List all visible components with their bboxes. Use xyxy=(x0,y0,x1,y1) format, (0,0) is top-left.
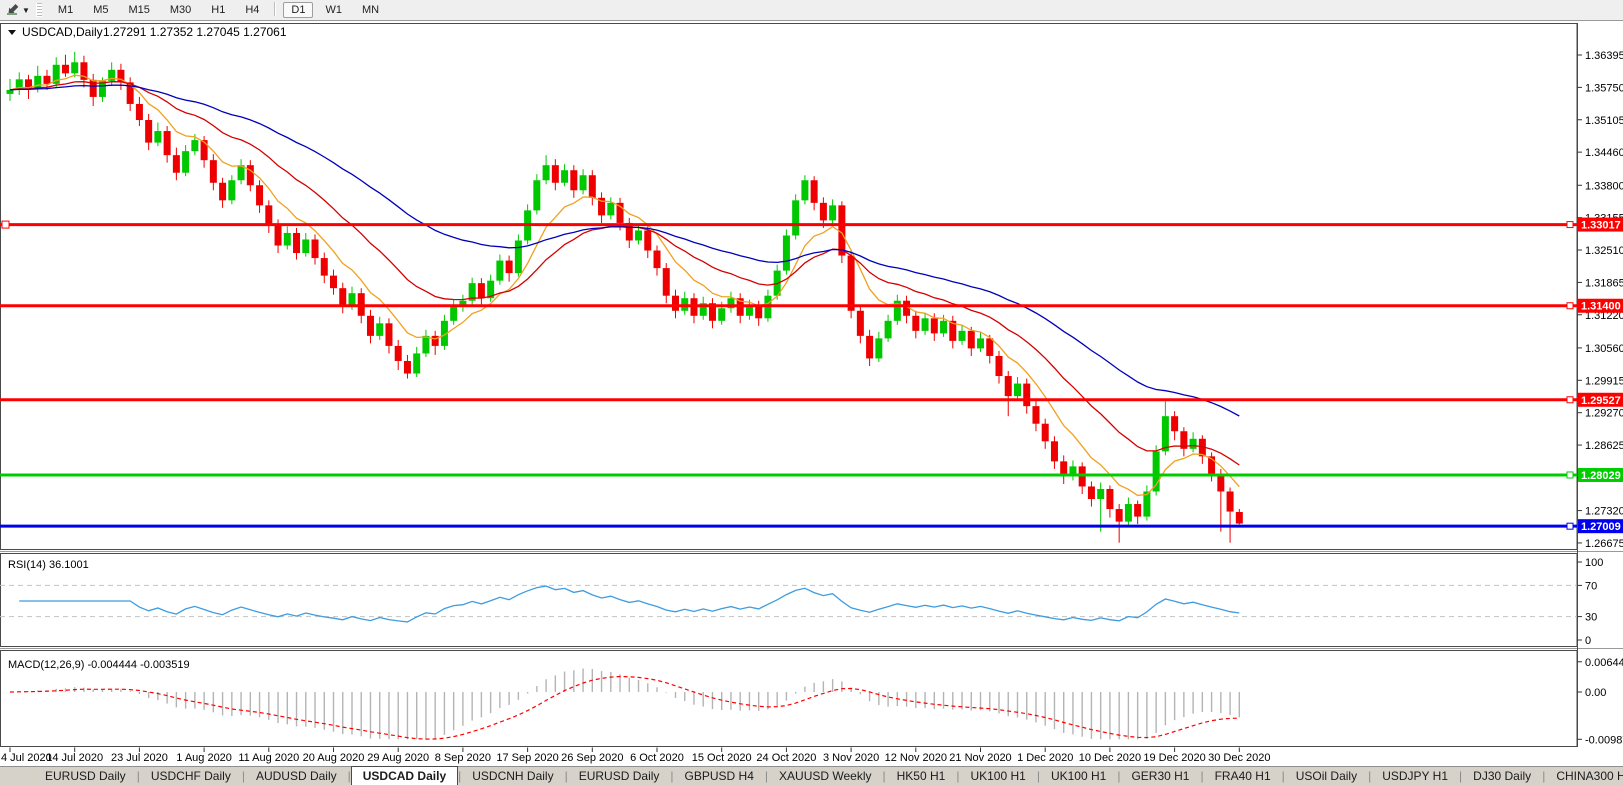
time-tick-label: 23 Jul 2020 xyxy=(111,752,168,764)
chart-tool-icon[interactable] xyxy=(3,2,21,18)
price-tick-label: 1.26675 xyxy=(1585,538,1623,550)
price-tick-label: 1.32510 xyxy=(1585,245,1623,257)
toolbar-grip-handle[interactable] xyxy=(36,3,42,17)
price-badge-label: 1.31400 xyxy=(1581,301,1621,313)
chart-tab-eurusd-daily[interactable]: EURUSD Daily xyxy=(34,767,137,785)
time-tick-label: 10 Dec 2020 xyxy=(1079,752,1141,764)
dropdown-caret-icon[interactable]: ▼ xyxy=(22,6,30,15)
timeframe-button-group: M1M5M15 M30H1H4 D1W1MN xyxy=(48,2,389,18)
time-tick-label: 24 Oct 2020 xyxy=(756,752,816,764)
chart-tab-bar: EURUSD Daily|USDCHF Daily|AUDUSD Daily|U… xyxy=(0,766,1623,785)
macd-tick-label: 0.00 xyxy=(1585,687,1606,699)
time-tick-label: 1 Aug 2020 xyxy=(176,752,232,764)
price-tick-label: 1.29270 xyxy=(1585,408,1623,420)
hline-axis-anchor xyxy=(1567,222,1573,228)
hline-anchor[interactable] xyxy=(2,221,9,228)
timeframe-button-h1[interactable]: H1 xyxy=(203,2,233,18)
timeframe-button-m5[interactable]: M5 xyxy=(85,2,116,18)
time-tick-label: 30 Dec 2020 xyxy=(1208,752,1270,764)
timeframe-button-h4[interactable]: H4 xyxy=(237,2,267,18)
timeframe-button-m30[interactable]: M30 xyxy=(162,2,199,18)
chart-canvas[interactable]: 1.363951.357501.351051.344601.338001.331… xyxy=(0,21,1623,766)
price-tick-label: 1.35750 xyxy=(1585,82,1623,94)
chart-tab-ger30-h1[interactable]: GER30 H1 xyxy=(1120,767,1200,785)
chart-tab-fra40-h1[interactable]: FRA40 H1 xyxy=(1204,767,1282,785)
price-tick-label: 1.28625 xyxy=(1585,440,1623,452)
time-tick-label: 4 Jul 2020 xyxy=(1,752,52,764)
price-tick-label: 1.30560 xyxy=(1585,343,1623,355)
timeframe-button-m1[interactable]: M1 xyxy=(50,2,81,18)
toolbar-separator xyxy=(274,2,276,16)
chart-tab-dj30-daily[interactable]: DJ30 Daily xyxy=(1462,767,1542,785)
time-tick-label: 1 Dec 2020 xyxy=(1017,752,1073,764)
price-tick-label: 1.36395 xyxy=(1585,50,1623,62)
price-badge-label: 1.27009 xyxy=(1581,521,1621,533)
price-tick-label: 1.27320 xyxy=(1585,506,1623,518)
time-tick-label: 8 Sep 2020 xyxy=(435,752,491,764)
rsi-indicator-label: RSI(14) 36.1001 xyxy=(8,559,89,571)
price-tick-label: 1.35105 xyxy=(1585,115,1623,127)
chart-tab-usoil-daily[interactable]: USOil Daily xyxy=(1285,767,1368,785)
price-tick-label: 1.29915 xyxy=(1585,375,1623,387)
time-tick-label: 15 Oct 2020 xyxy=(692,752,752,764)
time-tick-label: 6 Oct 2020 xyxy=(630,752,684,764)
chart-tab-china300-h1[interactable]: CHINA300 H1 xyxy=(1545,767,1623,785)
time-tick-label: 17 Sep 2020 xyxy=(496,752,558,764)
price-tick-label: 1.33800 xyxy=(1585,180,1623,192)
time-tick-label: 14 Jul 2020 xyxy=(46,752,103,764)
chart-tab-eurusd-daily-2[interactable]: EURUSD Daily xyxy=(568,767,671,785)
hline-axis-anchor xyxy=(1567,397,1573,403)
top-toolbar: ▼ M1M5M15 M30H1H4 D1W1MN xyxy=(0,0,1623,21)
macd-tick-label: -0.009871 xyxy=(1585,734,1623,746)
chart-tab-usdjpy-h1[interactable]: USDJPY H1 xyxy=(1371,767,1459,785)
rsi-tick-label: 0 xyxy=(1585,635,1591,647)
time-tick-label: 26 Sep 2020 xyxy=(561,752,623,764)
chart-tab-usdchf-daily[interactable]: USDCHF Daily xyxy=(140,767,242,785)
time-tick-label: 29 Aug 2020 xyxy=(367,752,429,764)
chart-tab-audusd-daily[interactable]: AUDUSD Daily xyxy=(245,767,348,785)
rsi-tick-label: 100 xyxy=(1585,557,1603,569)
symbol-dropdown-icon[interactable] xyxy=(8,30,16,35)
hline-axis-anchor xyxy=(1567,523,1573,529)
timeframe-button-m15[interactable]: M15 xyxy=(120,2,157,18)
timeframe-button-w1[interactable]: W1 xyxy=(317,2,350,18)
chart-tab-hk50-h1[interactable]: HK50 H1 xyxy=(886,767,957,785)
time-tick-label: 12 Nov 2020 xyxy=(885,752,947,764)
rsi-tick-label: 30 xyxy=(1585,612,1597,624)
hline-axis-anchor xyxy=(1567,303,1573,309)
macd-panel-border xyxy=(1,651,1578,747)
timeframe-button-mn[interactable]: MN xyxy=(354,2,387,18)
price-badge-label: 1.29527 xyxy=(1581,395,1621,407)
time-tick-label: 3 Nov 2020 xyxy=(823,752,879,764)
price-tick-label: 1.34460 xyxy=(1585,147,1623,159)
time-tick-label: 21 Nov 2020 xyxy=(949,752,1011,764)
chart-tab-gbpusd-h4[interactable]: GBPUSD H4 xyxy=(674,767,765,785)
main-panel-border xyxy=(1,24,1578,550)
price-badge-label: 1.33017 xyxy=(1581,220,1621,232)
hline-axis-anchor xyxy=(1567,472,1573,478)
chart-title-symbol: USDCAD,Daily xyxy=(22,25,103,39)
time-tick-label: 19 Dec 2020 xyxy=(1143,752,1205,764)
timeframe-button-d1[interactable]: D1 xyxy=(283,2,313,18)
mt4-window: { "toolbar": { "timeframes": ["M1","M5",… xyxy=(0,0,1623,785)
candlesticks xyxy=(7,52,1243,543)
chart-tab-usdcnh-daily[interactable]: USDCNH Daily xyxy=(461,767,564,785)
macd-tick-label: 0.006444 xyxy=(1585,657,1623,669)
macd-indicator-label: MACD(12,26,9) -0.004444 -0.003519 xyxy=(8,659,190,671)
chart-tab-uk100-h1[interactable]: UK100 H1 xyxy=(1040,767,1117,785)
chart-title-ohlc: 1.27291 1.27352 1.27045 1.27061 xyxy=(103,25,287,39)
chart-tab-usdcad-daily[interactable]: USDCAD Daily xyxy=(351,766,458,785)
rsi-panel-border xyxy=(1,554,1578,647)
price-tick-label: 1.31865 xyxy=(1585,277,1623,289)
chart-tab-xauusd-weekly[interactable]: XAUUSD Weekly xyxy=(768,767,882,785)
chart-tab-uk100-h1[interactable]: UK100 H1 xyxy=(959,767,1036,785)
price-badge-label: 1.28029 xyxy=(1581,470,1621,482)
rsi-tick-label: 70 xyxy=(1585,580,1597,592)
time-tick-label: 11 Aug 2020 xyxy=(238,752,299,764)
time-tick-label: 20 Aug 2020 xyxy=(303,752,365,764)
